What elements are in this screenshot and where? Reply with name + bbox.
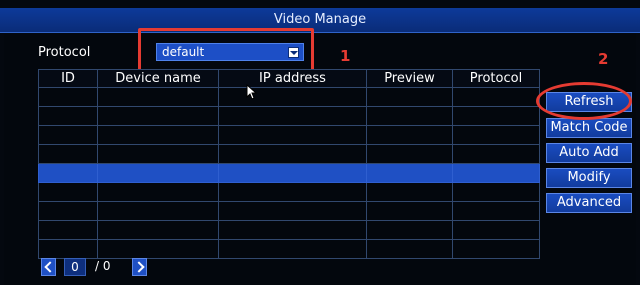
table-cell[interactable] xyxy=(218,87,367,107)
table-cell[interactable] xyxy=(218,239,367,259)
table-cell[interactable] xyxy=(366,220,453,240)
table-row[interactable] xyxy=(38,106,540,126)
table-cell[interactable] xyxy=(38,125,98,145)
column-header-protocol[interactable]: Protocol xyxy=(452,69,540,88)
table-cell[interactable] xyxy=(452,201,540,221)
table-cell[interactable] xyxy=(366,239,453,259)
table-cell[interactable] xyxy=(97,87,219,107)
table-row[interactable] xyxy=(38,144,540,164)
table-cell[interactable] xyxy=(452,163,540,183)
table-cell[interactable] xyxy=(366,125,453,145)
table-cell[interactable] xyxy=(97,182,219,202)
column-header-device-name[interactable]: Device name xyxy=(97,69,219,88)
title-bar: Video Manage xyxy=(0,8,640,33)
table-cell[interactable] xyxy=(97,220,219,240)
table-cell[interactable] xyxy=(366,106,453,126)
table-cell[interactable] xyxy=(218,106,367,126)
table-cell[interactable] xyxy=(452,220,540,240)
window-title: Video Manage xyxy=(273,12,367,27)
table-header-row: ID Device name IP address Preview Protoc… xyxy=(38,69,540,88)
table-cell[interactable] xyxy=(366,87,453,107)
total-pages: 0 xyxy=(102,259,111,273)
table-row[interactable] xyxy=(38,201,540,221)
table-cell[interactable] xyxy=(97,163,219,183)
table-row[interactable] xyxy=(38,239,540,259)
table-cell[interactable] xyxy=(38,163,98,183)
annotation-marker-2: 2 xyxy=(598,50,609,68)
column-header-id[interactable]: ID xyxy=(38,69,98,88)
table-cell[interactable] xyxy=(97,201,219,221)
table-cell[interactable] xyxy=(38,201,98,221)
match-code-button[interactable]: Match Code xyxy=(546,118,632,138)
table-cell[interactable] xyxy=(97,239,219,259)
table-cell[interactable] xyxy=(97,106,219,126)
table-cell[interactable] xyxy=(38,87,98,107)
table-cell[interactable] xyxy=(366,182,453,202)
table-cell[interactable] xyxy=(218,220,367,240)
table-cell[interactable] xyxy=(452,106,540,126)
table-cell[interactable] xyxy=(218,144,367,164)
table-cell[interactable] xyxy=(452,87,540,107)
auto-add-button[interactable]: Auto Add xyxy=(546,143,632,163)
table-row[interactable] xyxy=(38,125,540,145)
table-cell[interactable] xyxy=(97,144,219,164)
table-row[interactable] xyxy=(38,220,540,240)
table-cell[interactable] xyxy=(366,163,453,183)
table-cell[interactable] xyxy=(38,239,98,259)
table-row[interactable] xyxy=(38,163,540,183)
table-row[interactable] xyxy=(38,87,540,107)
column-header-preview[interactable]: Preview xyxy=(366,69,453,88)
table-cell[interactable] xyxy=(452,144,540,164)
chevron-left-icon[interactable] xyxy=(41,258,56,276)
table-row[interactable] xyxy=(38,182,540,202)
annotation-oval-2 xyxy=(536,82,632,120)
table-cell[interactable] xyxy=(38,182,98,202)
chevron-right-icon[interactable] xyxy=(132,258,147,276)
device-table: ID Device name IP address Preview Protoc… xyxy=(38,69,540,259)
table-cell[interactable] xyxy=(452,239,540,259)
table-cell[interactable] xyxy=(452,125,540,145)
table-cell[interactable] xyxy=(38,220,98,240)
annotation-marker-1: 1 xyxy=(340,47,351,65)
page-count: / 0 xyxy=(95,259,111,273)
table-cell[interactable] xyxy=(97,125,219,145)
table-cell[interactable] xyxy=(218,182,367,202)
table-cell[interactable] xyxy=(366,144,453,164)
table-cell[interactable] xyxy=(38,106,98,126)
column-header-ip-address[interactable]: IP address xyxy=(218,69,367,88)
protocol-label: Protocol xyxy=(38,45,91,60)
table-cell[interactable] xyxy=(366,201,453,221)
modify-button[interactable]: Modify xyxy=(546,168,632,188)
advanced-button[interactable]: Advanced xyxy=(546,193,632,213)
annotation-box-1 xyxy=(138,28,314,72)
table-cell[interactable] xyxy=(218,163,367,183)
table-cell[interactable] xyxy=(452,182,540,202)
page-separator: / xyxy=(95,259,100,273)
table-cell[interactable] xyxy=(218,125,367,145)
current-page-field[interactable]: 0 xyxy=(64,258,86,276)
table-cell[interactable] xyxy=(218,201,367,221)
mouse-pointer-icon xyxy=(246,84,258,100)
table-cell[interactable] xyxy=(38,144,98,164)
